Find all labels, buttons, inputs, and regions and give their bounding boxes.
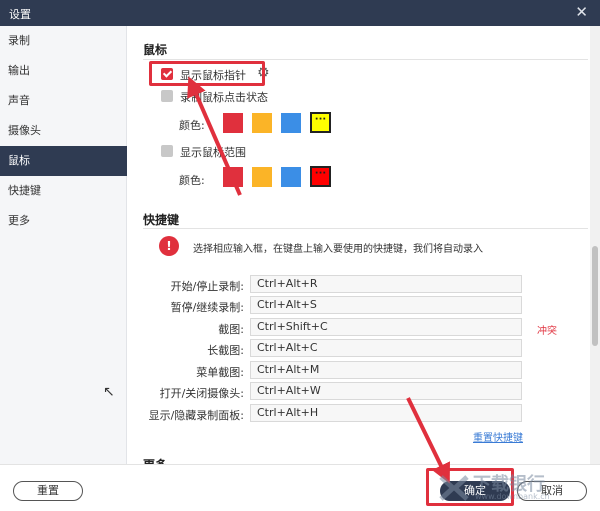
- arrow-to-pointer: [187, 76, 242, 196]
- watermark-url: www.downbank.cn: [475, 492, 550, 501]
- annotation-arrows: [187, 76, 450, 484]
- watermark-logo-icon: [439, 475, 469, 501]
- watermark: 下载银行 www.downbank.cn: [433, 468, 593, 508]
